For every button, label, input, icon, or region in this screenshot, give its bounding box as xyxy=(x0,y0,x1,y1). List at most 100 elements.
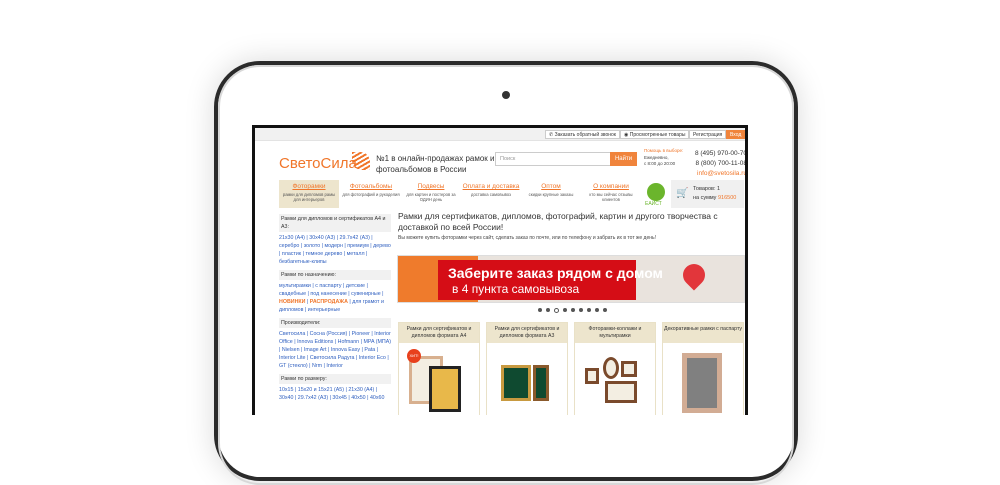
sidebar-link[interactable]: 15x20 и 15x21 (A5) xyxy=(298,387,344,393)
slider-dot[interactable] xyxy=(538,308,542,312)
page-title: Рамки для сертификатов, дипломов, фотогр… xyxy=(398,211,718,232)
sidebar-link[interactable]: Сосна (Россия) xyxy=(310,331,348,337)
sidebar-link[interactable]: премиум xyxy=(347,243,369,249)
slider-dot[interactable] xyxy=(579,308,583,312)
callback-label: Заказать обратный звонок xyxy=(554,132,616,138)
sidebar-link[interactable]: Pata xyxy=(364,347,375,353)
category-card-passepartout[interactable]: Декоративные рамки с паспарту xyxy=(662,322,744,415)
sidebar-link[interactable]: MPA (МПА) xyxy=(363,339,391,345)
sidebar-link[interactable]: 40x50 xyxy=(351,395,365,401)
nav-frames[interactable]: Фоторамки рамки для дипломов рамы для инт… xyxy=(279,180,339,208)
sidebar-link[interactable]: с паспарту xyxy=(315,283,341,289)
email-link[interactable]: info@svetosila.ru xyxy=(691,169,745,179)
sidebar-link[interactable]: мультирамки xyxy=(279,283,311,289)
viewed-products-button[interactable]: ◉ Просмотренные товары xyxy=(620,130,690,139)
nav-sub: кто мы сейчас отзывы клиентов xyxy=(589,192,633,202)
phone-2[interactable]: 8 (800) 700-11-08 xyxy=(691,159,745,169)
nav-payment-delivery[interactable]: Оплата и доставка доставка самовывоз xyxy=(461,180,521,208)
sidebar-link[interactable]: 40x60 xyxy=(370,395,384,401)
sidebar-link[interactable]: 29.7x42 (A3) xyxy=(340,235,370,241)
sidebar-link[interactable]: Interior xyxy=(326,363,343,369)
search-input[interactable]: Поиск xyxy=(495,152,611,166)
category-card-collage[interactable]: Фоторамки-коллажи и мультирамки xyxy=(574,322,656,415)
sidebar-link[interactable]: модерн xyxy=(325,243,343,249)
sidebar-link[interactable]: безбагетные-клипы xyxy=(279,259,327,265)
slider-dot[interactable] xyxy=(554,308,559,313)
sidebar-heading: Рамки по назначению: xyxy=(279,270,391,280)
nav-wholesale[interactable]: Оптом скидки крупные заказы xyxy=(521,180,581,208)
sidebar-link[interactable]: свадебные xyxy=(279,291,306,297)
sidebar-link[interactable]: пластик xyxy=(282,251,301,257)
nav-sub: для картин и постеров за ОДИН день xyxy=(406,192,456,202)
category-card-a4[interactable]: Рамки для сертификатов и дипломов формат… xyxy=(398,322,480,415)
sidebar: Рамки для дипломов и сертификатов А4 и А… xyxy=(279,210,391,402)
sidebar-heading: Рамки для дипломов и сертификатов А4 и А… xyxy=(279,214,391,232)
sidebar-link[interactable]: серебро xyxy=(279,243,299,249)
sidebar-link[interactable]: 21x30 (A4) xyxy=(279,235,305,241)
slider-dot[interactable] xyxy=(603,308,607,312)
camera-icon xyxy=(502,91,510,99)
promo-banner[interactable]: Заберите заказ рядом с домом в 4 пункта … xyxy=(397,255,745,303)
sidebar-link[interactable]: 30x45 xyxy=(332,395,346,401)
nav-label: Оптом xyxy=(541,183,561,190)
sidebar-link[interactable]: Nrm xyxy=(312,363,322,369)
search-button[interactable]: Найти xyxy=(610,152,637,166)
sidebar-link[interactable]: Pioneer xyxy=(352,331,370,337)
sidebar-link[interactable]: Светосила xyxy=(279,331,305,337)
nav-albums[interactable]: Фотоальбомы для фотографий и рукоделия xyxy=(341,180,401,208)
sidebar-link[interactable]: Innova Editions xyxy=(297,339,333,345)
sidebar-link[interactable]: 29.7x42 (A3) xyxy=(298,395,328,401)
sidebar-link[interactable]: сувенирные xyxy=(351,291,381,297)
eaist-icon[interactable] xyxy=(647,183,665,201)
sidebar-links: Светосила | Сосна (Россия) | Pioneer | I… xyxy=(279,331,392,369)
sidebar-link[interactable]: НОВИНКИ xyxy=(279,299,305,305)
sidebar-link[interactable]: Nielsen xyxy=(282,347,300,353)
sidebar-link[interactable]: Innova Easy xyxy=(331,347,360,353)
nav-hangers[interactable]: Подвесы для картин и постеров за ОДИН ден… xyxy=(401,180,461,208)
slider-dot[interactable] xyxy=(571,308,575,312)
slider-dot[interactable] xyxy=(546,308,550,312)
sidebar-link[interactable]: детские xyxy=(346,283,365,289)
sidebar-link[interactable]: РАСПРОДАЖА xyxy=(310,299,348,305)
card-title: Рамки для сертификатов и дипломов формат… xyxy=(399,323,479,343)
nav-about[interactable]: О компании кто мы сейчас отзывы клиентов xyxy=(581,180,641,208)
sidebar-link[interactable]: Hofmann xyxy=(338,339,360,345)
help-days: Ежедневно, xyxy=(644,154,669,160)
frame-image xyxy=(682,353,722,413)
sidebar-heading: Производители: xyxy=(279,318,391,328)
sidebar-link[interactable]: металл xyxy=(347,251,365,257)
card-title: Декоративные рамки с паспарту xyxy=(663,323,743,343)
cart-items: Товаров: 1 xyxy=(693,186,721,192)
sidebar-link[interactable]: 30x40 xyxy=(279,395,293,401)
frame-image xyxy=(603,357,619,379)
sidebar-link[interactable]: Светосила Радуга xyxy=(310,355,355,361)
nav-sub: рамки для дипломов рамы для интерьеров xyxy=(282,192,336,202)
sidebar-link[interactable]: Image Art xyxy=(304,347,327,353)
sidebar-link[interactable]: 21x30 (A4) xyxy=(348,387,374,393)
contacts: 8 (495) 970-00-70 8 (800) 700-11-08 info@s… xyxy=(691,149,745,179)
sidebar-link[interactable]: Interior Lite xyxy=(279,355,306,361)
phone-1[interactable]: 8 (495) 970-00-70 xyxy=(691,149,745,159)
register-button[interactable]: Регистрация xyxy=(689,130,727,139)
viewed-label: Просмотренные товары xyxy=(629,132,686,138)
category-card-a3[interactable]: Рамки для сертификатов и дипломов формат… xyxy=(486,322,568,415)
slider-dot[interactable] xyxy=(563,308,567,312)
sidebar-link[interactable]: Interior Eco xyxy=(359,355,386,361)
sidebar-link[interactable]: золото xyxy=(304,243,321,249)
nav-label: Фоторамки xyxy=(292,183,326,190)
sidebar-link[interactable]: GT (стекло) xyxy=(279,363,308,369)
sidebar-link[interactable]: 30x40 (A3) xyxy=(309,235,335,241)
help-hours: с 8:00 до 20:00 xyxy=(644,161,676,166)
slider-dots xyxy=(538,308,607,313)
sidebar-link[interactable]: под нанесение xyxy=(310,291,346,297)
callback-button[interactable]: ✆ Заказать обратный звонок xyxy=(545,130,620,139)
logo[interactable]: СветоСила xyxy=(279,155,357,172)
map-pin-home-icon xyxy=(678,259,710,291)
sidebar-link[interactable]: дерево xyxy=(373,243,391,249)
slider-dot[interactable] xyxy=(595,308,599,312)
sidebar-link[interactable]: темное дерево xyxy=(305,251,342,257)
sidebar-link[interactable]: 10x15 xyxy=(279,387,293,393)
sidebar-link[interactable]: интерьерные xyxy=(308,307,340,313)
slider-dot[interactable] xyxy=(587,308,591,312)
login-button[interactable]: Вход xyxy=(726,130,745,139)
